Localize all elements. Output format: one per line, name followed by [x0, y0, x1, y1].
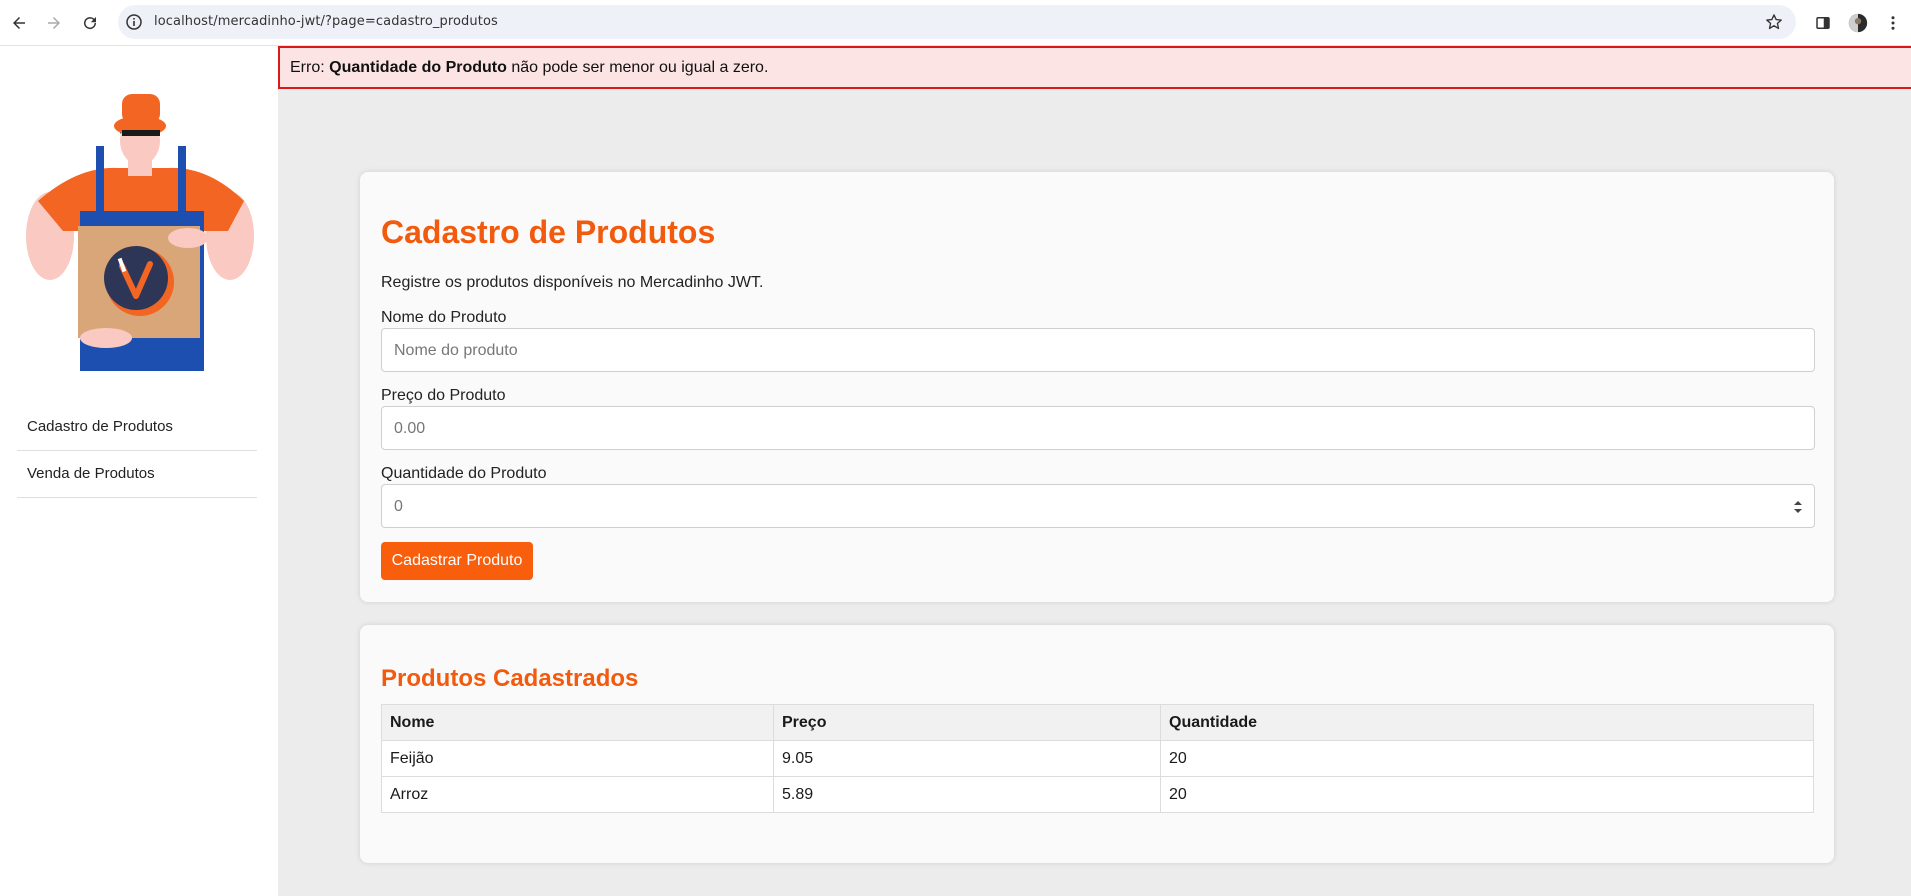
- product-quantity-input[interactable]: 0: [381, 484, 1815, 528]
- browser-toolbar: localhost/mercadinho-jwt/?page=cadastro_…: [0, 0, 1911, 46]
- error-alert: Erro: Quantidade do Produto não pode ser…: [278, 46, 1911, 89]
- column-header-quantity: Quantidade: [1160, 704, 1814, 741]
- cell-quantity: 20: [1160, 776, 1814, 813]
- products-list-title: Produtos Cadastrados: [381, 665, 639, 692]
- product-name-input[interactable]: Nome do produto: [381, 328, 1815, 372]
- sidebar-item-venda-produtos[interactable]: Venda de Produtos: [17, 451, 257, 498]
- table-header-row: Nome Preço Quantidade: [381, 704, 1814, 741]
- products-list-card: Produtos Cadastrados Nome Preço Quantida…: [360, 625, 1834, 863]
- menu-kebab-icon[interactable]: [1881, 11, 1905, 35]
- product-quantity-label: Quantidade do Produto: [381, 465, 547, 482]
- side-panel-icon[interactable]: [1811, 11, 1835, 35]
- table-row: Feijão 9.05 20: [381, 740, 1814, 777]
- form-description: Registre os produtos disponíveis no Merc…: [381, 274, 764, 291]
- mascot-logo-image: [26, 94, 254, 371]
- error-prefix: Erro:: [290, 59, 325, 76]
- number-spinner-icon[interactable]: [1792, 498, 1804, 516]
- product-name-label: Nome do Produto: [381, 309, 507, 326]
- products-table: Nome Preço Quantidade Feijão 9.05 20 Arr…: [381, 704, 1814, 813]
- table-row: Arroz 5.89 20: [381, 776, 1814, 813]
- page-title: Cadastro de Produtos: [381, 214, 716, 250]
- cell-name: Feijão: [381, 740, 774, 777]
- forward-icon[interactable]: [42, 11, 66, 35]
- profile-avatar[interactable]: [1846, 11, 1870, 35]
- product-price-input[interactable]: 0.00: [381, 406, 1815, 450]
- sidebar: Cadastro de Produtos Venda de Produtos: [0, 46, 278, 896]
- back-icon[interactable]: [7, 11, 31, 35]
- cell-price: 9.05: [773, 740, 1161, 777]
- register-product-button[interactable]: Cadastrar Produto: [381, 542, 533, 580]
- bookmark-star-icon[interactable]: [1764, 12, 1784, 32]
- url-text[interactable]: localhost/mercadinho-jwt/?page=cadastro_…: [154, 14, 498, 29]
- sidebar-item-cadastro-produtos[interactable]: Cadastro de Produtos: [17, 404, 257, 451]
- product-quantity-value: 0: [394, 498, 403, 515]
- product-price-placeholder: 0.00: [394, 420, 426, 437]
- column-header-name: Nome: [381, 704, 774, 741]
- address-bar[interactable]: localhost/mercadinho-jwt/?page=cadastro_…: [118, 5, 1796, 39]
- reload-icon[interactable]: [78, 11, 102, 35]
- cell-name: Arroz: [381, 776, 774, 813]
- product-name-placeholder: Nome do produto: [394, 342, 518, 359]
- site-info-icon[interactable]: [126, 14, 142, 30]
- product-form-card: Cadastro de Produtos Registre os produto…: [360, 172, 1834, 602]
- product-price-label: Preço do Produto: [381, 387, 506, 404]
- cell-price: 5.89: [773, 776, 1161, 813]
- column-header-price: Preço: [773, 704, 1161, 741]
- error-message: não pode ser menor ou igual a zero.: [511, 59, 769, 76]
- cell-quantity: 20: [1160, 740, 1814, 777]
- error-field-name: Quantidade do Produto: [329, 59, 507, 76]
- sidebar-menu: Cadastro de Produtos Venda de Produtos: [17, 404, 257, 498]
